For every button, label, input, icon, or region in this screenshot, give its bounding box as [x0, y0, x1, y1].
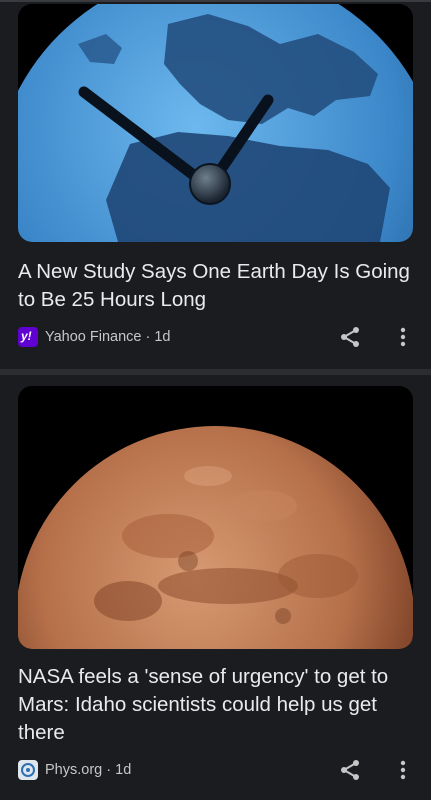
- article-headline[interactable]: NASA feels a 'sense of urgency' to get t…: [18, 663, 413, 747]
- earth-clock-image: [18, 4, 413, 242]
- source-text: Phys.org · 1d: [45, 762, 131, 778]
- article-image[interactable]: [18, 386, 413, 649]
- share-icon: [341, 327, 359, 347]
- more-options-button[interactable]: [391, 325, 415, 349]
- share-button[interactable]: [338, 325, 362, 349]
- share-icon: [341, 760, 359, 780]
- mars-planet-image: [18, 386, 413, 649]
- article-meta: y! Yahoo Finance · 1d: [18, 325, 413, 351]
- source-text: Yahoo Finance · 1d: [45, 329, 171, 345]
- share-button[interactable]: [338, 758, 362, 782]
- article-age: 1d: [115, 762, 132, 778]
- separator: ·: [102, 762, 116, 778]
- source-name: Phys.org: [45, 762, 103, 778]
- source-name: Yahoo Finance: [45, 329, 142, 345]
- article-image[interactable]: [18, 4, 413, 242]
- logo-text: y!: [21, 329, 32, 343]
- article-headline[interactable]: A New Study Says One Earth Day Is Going …: [18, 258, 413, 314]
- article-age: 1d: [154, 329, 171, 345]
- more-vert-icon: [400, 327, 406, 347]
- more-vert-icon: [400, 760, 406, 780]
- article-card[interactable]: NASA feels a 'sense of urgency' to get t…: [0, 375, 431, 800]
- separator: ·: [141, 329, 155, 345]
- yahoo-logo-icon: y!: [18, 327, 38, 347]
- article-card[interactable]: A New Study Says One Earth Day Is Going …: [0, 0, 431, 368]
- more-options-button[interactable]: [391, 758, 415, 782]
- phys-org-logo-icon: [18, 760, 38, 780]
- article-meta: Phys.org · 1d: [18, 758, 413, 784]
